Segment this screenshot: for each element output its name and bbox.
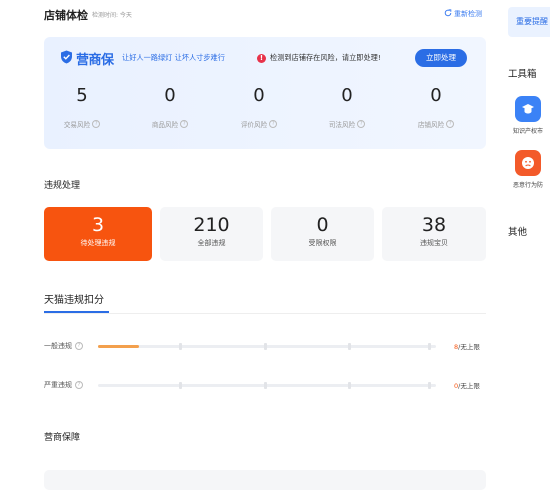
stat-label: 交易风险 [63,121,91,129]
help-icon[interactable]: ? [75,342,83,350]
general-violation-score: 8/无上限 [454,341,480,351]
score-limit: /无上限 [458,382,480,390]
help-icon[interactable]: ? [269,120,278,128]
severe-violation-label: 严重违规 ? [44,380,83,390]
tool-malicious-behavior[interactable]: 恶意行为防 [506,150,550,189]
violation-label: 待处理违规 [80,239,116,247]
handle-now-button[interactable]: 立即处理 [415,49,467,67]
brand-slogan: 让好人一路绿灯 让坏人寸步难行 [122,53,225,62]
progress-tick [179,343,182,350]
violation-card-items[interactable]: 38 违规宝贝 [382,207,486,261]
stat-value: 5 [76,85,88,106]
stat-store-risk[interactable]: 0 店铺风险? [396,85,476,129]
violation-section-title: 违规处理 [44,181,81,191]
sad-face-icon [515,150,541,176]
store-checkup-panel: 店铺体检 检测时间: 今天 重新检测 营商保 让好人一路绿灯 让坏人寸步难行 !… [0,0,500,490]
recheck-button[interactable]: 重新检测 [444,9,482,19]
guarantee-section-title: 营商保障 [44,433,81,443]
toolbox-title: 工具箱 [508,69,537,80]
risk-summary-card: 营商保 让好人一路绿灯 让坏人寸步难行 ! 检测到店铺存在风险，请立即处理! 立… [44,37,486,149]
stat-value: 0 [164,85,176,106]
help-icon[interactable]: ? [92,120,101,128]
other-title: 其他 [508,227,528,238]
stat-label: 店铺风险 [417,121,445,129]
page-title: 店铺体检 [44,9,88,22]
brand: 营商保 [60,49,114,68]
tool-ip-market[interactable]: 知识产权市 [506,96,550,135]
progress-fill [98,345,139,348]
progress-tick [264,343,267,350]
row-label: 一般违规 [44,342,72,350]
stat-label: 评价风险 [240,121,268,129]
brand-name: 营商保 [76,53,114,68]
general-violation-progress [98,343,436,350]
violation-card-pending[interactable]: 3 待处理违规 [44,207,152,261]
tool-label: 知识产权市 [512,128,543,135]
violation-label: 违规宝贝 [420,239,448,247]
stat-value: 0 [341,85,353,106]
violation-card-restricted[interactable]: 0 受限权限 [271,207,374,261]
progress-tick [428,343,431,350]
alert-icon: ! [257,53,266,63]
guarantee-card [44,470,486,490]
stat-product-risk[interactable]: 0 商品风险? [130,85,210,129]
severe-violation-score: 0/无上限 [454,380,480,390]
violation-label: 受限权限 [308,239,337,247]
stat-value: 0 [430,85,442,106]
important-reminder-button[interactable]: 重要提醒 [508,7,550,37]
progress-tick [348,382,351,389]
stat-trade-risk[interactable]: 5 交易风险? [42,85,122,129]
shield-check-icon [60,49,73,68]
stat-label: 商品风险 [151,121,179,129]
warning-text: 检测到店铺存在风险，请立即处理! [270,53,381,62]
violation-count: 38 [421,214,447,236]
graduation-cap-icon [515,96,541,122]
violation-count: 3 [91,214,105,236]
progress-tick [264,382,267,389]
stat-label: 司法风险 [328,121,356,129]
stat-judicial-risk[interactable]: 0 司法风险? [307,85,387,129]
stat-value: 0 [253,85,265,106]
progress-tick [428,382,431,389]
help-icon[interactable]: ? [75,381,83,389]
progress-tick [348,343,351,350]
tab-divider [44,313,486,314]
check-time: 检测时间: 今天 [92,12,132,19]
help-icon[interactable]: ? [357,120,366,128]
tab-tmall-deduction[interactable]: 天猫违规扣分 [44,291,104,306]
progress-tick [179,382,182,389]
score-limit: /无上限 [458,343,480,351]
row-label: 严重违规 [44,381,72,389]
violation-count: 210 [193,214,230,236]
refresh-icon [444,9,452,19]
severe-violation-progress [98,382,436,389]
violation-label: 全部违规 [197,239,226,247]
tab-active-indicator [44,311,109,313]
help-icon[interactable]: ? [180,120,189,128]
violation-count: 0 [316,214,329,236]
risk-warning: ! 检测到店铺存在风险，请立即处理! [257,53,381,63]
recheck-label: 重新检测 [454,10,482,18]
tool-label: 恶意行为防 [512,182,543,189]
general-violation-label: 一般违规 ? [44,341,83,351]
violation-card-all[interactable]: 210 全部违规 [160,207,263,261]
help-icon[interactable]: ? [446,120,455,128]
stat-review-risk[interactable]: 0 评价风险? [219,85,299,129]
